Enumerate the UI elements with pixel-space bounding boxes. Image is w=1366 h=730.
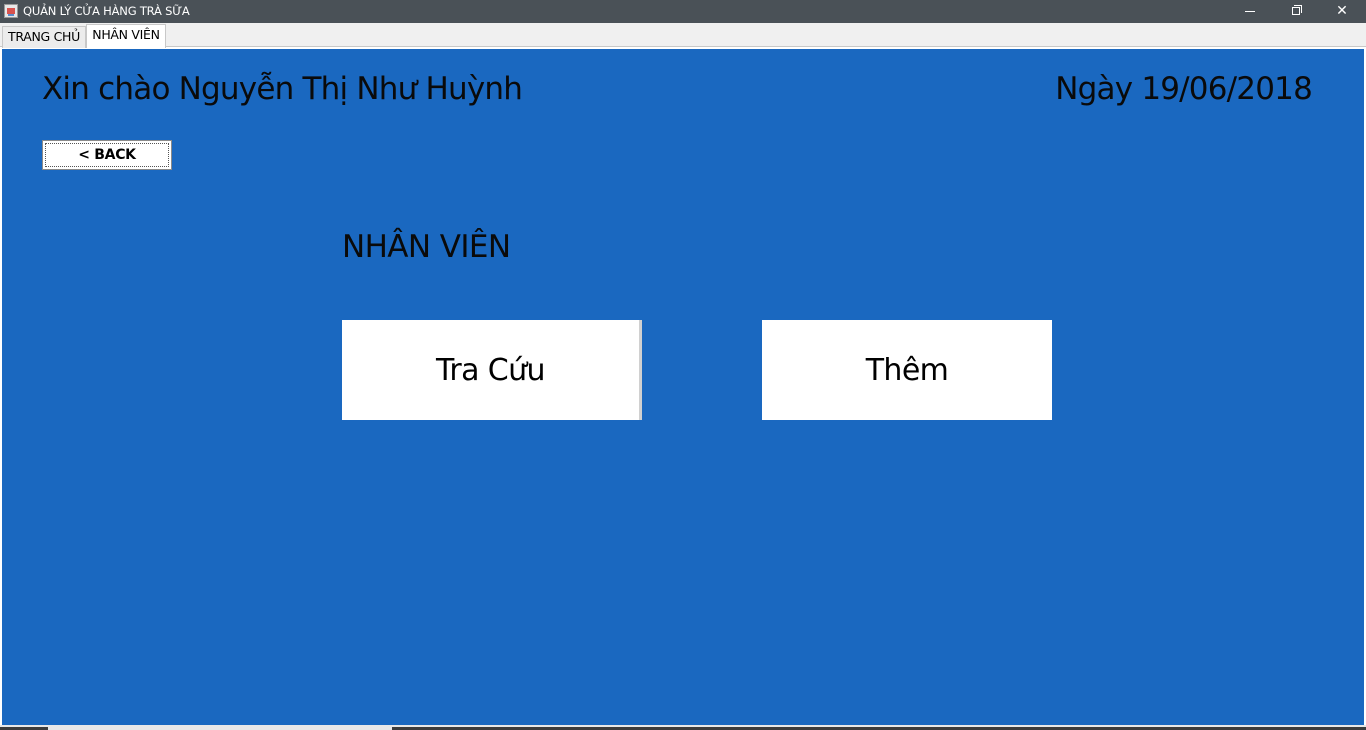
- close-button[interactable]: ✕: [1319, 0, 1365, 23]
- window-titlebar: QUẢN LÝ CỬA HÀNG TRÀ SỮA ✕: [0, 0, 1366, 23]
- close-icon: ✕: [1336, 3, 1348, 19]
- minimize-button[interactable]: [1227, 0, 1273, 23]
- taskbar-edge: [0, 725, 1366, 730]
- tab-home[interactable]: TRANG CHỦ: [2, 26, 86, 48]
- minimize-icon: [1245, 11, 1255, 12]
- greeting-text: Xin chào Nguyễn Thị Như Huỳnh: [42, 71, 523, 107]
- lookup-button[interactable]: Tra Cứu: [342, 320, 642, 420]
- tab-staff[interactable]: NHÂN VIÊN: [86, 24, 166, 48]
- section-title: NHÂN VIÊN: [342, 229, 511, 265]
- tab-home-label: TRANG CHỦ: [8, 29, 80, 44]
- maximize-button[interactable]: [1273, 0, 1319, 23]
- tab-staff-label: NHÂN VIÊN: [92, 27, 160, 42]
- date-label: Ngày 19/06/2018: [1055, 71, 1313, 107]
- back-button[interactable]: < BACK: [42, 140, 172, 170]
- tab-bar: TRANG CHỦ NHÂN VIÊN: [0, 23, 1366, 48]
- add-button[interactable]: Thêm: [762, 320, 1052, 420]
- staff-panel: Xin chào Nguyễn Thị Như Huỳnh Ngày 19/06…: [2, 49, 1364, 725]
- java-app-icon: [4, 4, 18, 18]
- window-title: QUẢN LÝ CỬA HÀNG TRÀ SỮA: [23, 4, 190, 18]
